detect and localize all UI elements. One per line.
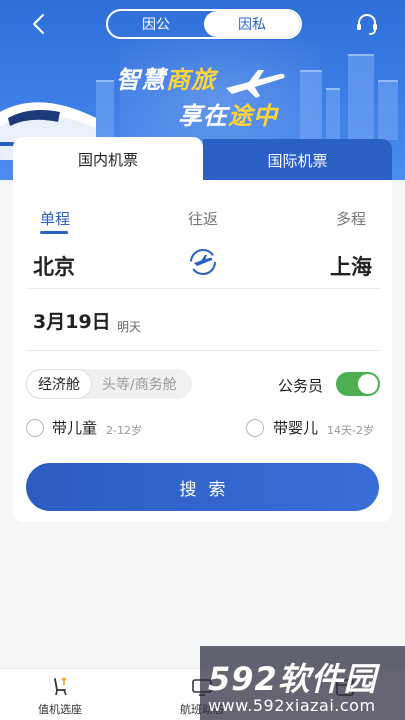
trip-type-oneway[interactable]: 单程 — [40, 208, 70, 229]
trip-type-indicator — [40, 231, 68, 234]
divider — [26, 288, 380, 289]
seat-icon — [54, 676, 67, 696]
civil-servant-label: 公务员 — [278, 377, 324, 395]
watermark-url: www.592xiazai.com — [208, 696, 376, 715]
with-child-age: 2-12岁 — [106, 424, 142, 437]
with-infant-age: 14天-2岁 — [327, 424, 374, 437]
cabin-first-business[interactable]: 头等/商务舱 — [102, 369, 177, 399]
toggle-knob — [358, 374, 378, 394]
slogan-line-1: 智慧商旅 — [116, 66, 216, 94]
trip-type-roundtrip[interactable]: 往返 — [188, 208, 218, 229]
departure-city[interactable]: 北京 — [33, 251, 75, 281]
departure-date[interactable]: 3月19日 — [33, 307, 111, 334]
with-child-radio[interactable] — [26, 419, 44, 437]
customer-service-icon[interactable] — [354, 12, 380, 38]
divider — [26, 350, 380, 351]
swap-cities-icon[interactable] — [188, 247, 218, 277]
skyline-building — [348, 54, 374, 140]
departure-day-label: 明天 — [117, 320, 142, 334]
watermark-logo: 592软件园 — [208, 660, 377, 698]
nav-label: 值机选座 — [38, 703, 82, 716]
back-arrow-icon[interactable] — [28, 12, 52, 36]
skyline-building — [300, 70, 322, 140]
segment-business-trip[interactable]: 因公 — [108, 11, 204, 37]
with-child-label[interactable]: 带儿童 — [52, 417, 97, 438]
nav-item-checkin-seat[interactable]: 值机选座 — [10, 669, 110, 720]
cabin-economy[interactable]: 经济舱 — [26, 369, 92, 399]
with-infant-radio[interactable] — [246, 419, 264, 437]
with-infant-label[interactable]: 带婴儿 — [273, 417, 318, 438]
arrival-city[interactable]: 上海 — [330, 251, 372, 281]
flight-search-card: 单程 往返 多程 北京 上海 3月19日 明天 经济舱 头等/商务舱 公务员 带… — [13, 180, 392, 522]
skyline-building — [326, 88, 340, 140]
watermark: 592软件园 www.592xiazai.com — [200, 646, 405, 720]
cabin-class-selector: 经济舱 头等/商务舱 — [26, 369, 192, 399]
business-personal-switch: 因公 因私 — [106, 9, 302, 39]
search-button[interactable]: 搜索 — [26, 463, 379, 511]
skyline-building — [96, 80, 114, 140]
skyline-building — [378, 80, 398, 140]
tab-international-flights[interactable]: 国际机票 — [203, 139, 392, 181]
civil-servant-toggle[interactable] — [336, 372, 380, 396]
segment-personal-trip[interactable]: 因私 — [204, 11, 300, 37]
airplane-icon — [226, 70, 285, 98]
slogan-line-2: 享在途中 — [178, 102, 278, 130]
ticket-type-tabs: 国内机票 国际机票 — [13, 137, 392, 181]
trip-type-multicity[interactable]: 多程 — [336, 208, 366, 229]
tab-domestic-flights[interactable]: 国内机票 — [13, 137, 203, 181]
